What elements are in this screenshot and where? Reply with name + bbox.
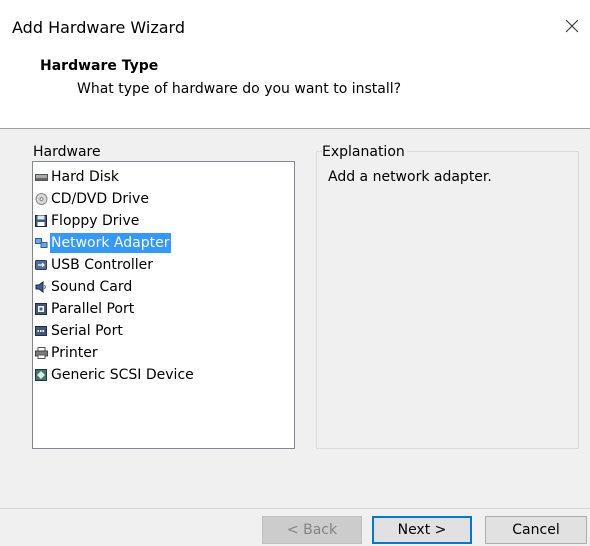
explanation-group-label: Explanation: [322, 144, 407, 160]
floppy-icon: [35, 215, 47, 227]
list-item-cd-dvd-drive[interactable]: CD/DVD Drive: [35, 189, 151, 209]
list-item-network-adapter[interactable]: Network Adapter: [35, 233, 172, 253]
list-item-label: USB Controller: [51, 257, 154, 273]
list-item-label: Hard Disk: [51, 169, 120, 185]
parallel-port-icon: [35, 303, 47, 315]
explanation-text: Add a network adapter.: [328, 169, 492, 185]
list-item-floppy-drive[interactable]: Floppy Drive: [35, 211, 141, 231]
list-item-printer[interactable]: Printer: [35, 343, 100, 363]
next-button[interactable]: Next >: [372, 516, 472, 544]
cancel-button[interactable]: Cancel: [485, 516, 587, 544]
list-item-label: Floppy Drive: [51, 213, 140, 229]
hardware-list[interactable]: Hard Disk CD/DVD Drive Floppy Drive Netw…: [32, 161, 295, 449]
scsi-icon: [35, 369, 47, 381]
header-subtitle: What type of hardware do you want to ins…: [77, 81, 402, 97]
printer-icon: [35, 347, 48, 359]
speaker-icon: [35, 281, 46, 293]
close-icon: [565, 19, 579, 33]
list-item-sound-card[interactable]: Sound Card: [35, 277, 134, 297]
serial-port-icon: [35, 326, 47, 336]
back-button[interactable]: < Back: [262, 516, 362, 544]
list-item-serial-port[interactable]: Serial Port: [35, 321, 125, 341]
header-panel: Hardware Type What type of hardware do y…: [0, 44, 590, 129]
list-item-label: Network Adapter: [50, 233, 172, 253]
hard-disk-icon: [35, 174, 48, 181]
hardware-group-label: Hardware: [33, 144, 103, 160]
explanation-group: [316, 151, 579, 449]
list-item-label: CD/DVD Drive: [51, 191, 149, 207]
list-item-usb-controller[interactable]: USB Controller: [35, 255, 155, 275]
list-item-hard-disk[interactable]: Hard Disk: [35, 167, 121, 187]
window-title: Add Hardware Wizard: [12, 18, 185, 37]
list-item-label: Serial Port: [51, 323, 123, 339]
list-item-generic-scsi-device[interactable]: Generic SCSI Device: [35, 365, 196, 385]
list-item-label: Sound Card: [51, 279, 133, 295]
list-item-label: Generic SCSI Device: [51, 367, 194, 383]
list-item-parallel-port[interactable]: Parallel Port: [35, 299, 136, 319]
header-title: Hardware Type: [40, 58, 159, 74]
network-adapter-icon: [35, 238, 48, 248]
list-item-label: Printer: [51, 345, 98, 361]
list-item-label: Parallel Port: [51, 301, 135, 317]
cd-dvd-icon: [35, 193, 48, 205]
close-button[interactable]: [560, 14, 584, 38]
title-bar: Add Hardware Wizard: [0, 0, 590, 44]
bottom-separator: [0, 508, 590, 509]
usb-icon: [35, 260, 47, 270]
